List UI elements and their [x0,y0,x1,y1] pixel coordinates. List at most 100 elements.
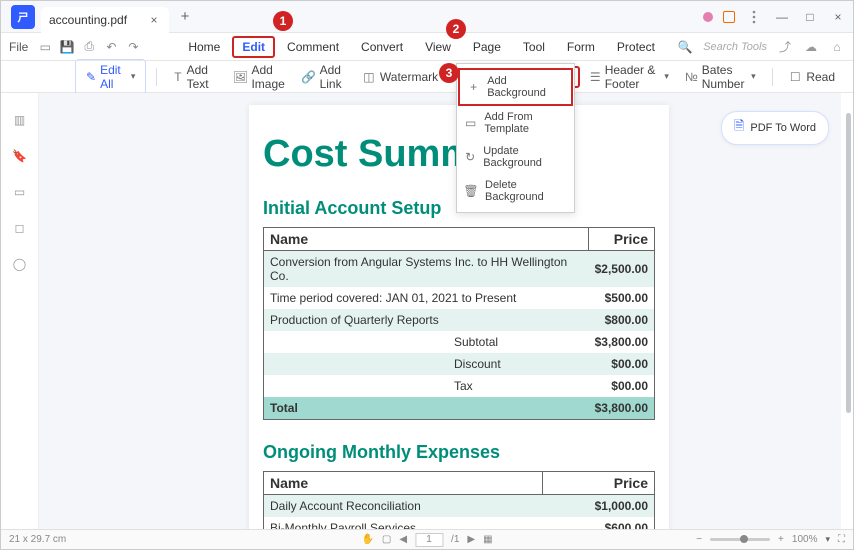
toolbar: ✎ Edit All ▾ TAdd Text🖼Add Image🔗Add Lin… [1,61,853,93]
cell-name: Total [264,397,589,420]
template-icon: ▭ [465,117,476,129]
cell-price: $1,000.00 [542,495,654,518]
col-price: Price [542,472,654,495]
share-icon[interactable]: ⤴ [777,39,793,55]
headerfooter-icon: ☰ [590,70,601,84]
status-bar: 21 x 29.7 cm ✋ ▢ ◀ 1 /1 ▶ ▦ − + 100% ▾ ⛶ [1,529,853,549]
maximize-button[interactable]: □ [801,8,819,26]
search-side-icon[interactable]: ◯ [11,255,29,273]
callout-1: 1 [273,11,293,31]
pdf-to-word-button[interactable]: 🗎 PDF To Word [721,111,829,145]
cell-name: Time period covered: JAN 01, 2021 to Pre… [264,287,589,309]
add-background-item[interactable]: +Add Background [458,68,573,106]
chevron-down-icon[interactable]: ▾ [825,534,830,545]
table-row: Production of Quarterly Reports$800.00 [264,309,655,331]
tool-label: Header & Footer [605,63,661,91]
view-mode-icon[interactable]: ▦ [483,534,492,545]
layers-icon[interactable]: ◻ [11,219,29,237]
close-tab-icon[interactable]: × [147,13,161,27]
save-icon[interactable]: 💾 [58,38,76,56]
add-from-template-item[interactable]: ▭ Add From Template [457,106,574,140]
zoom-out-icon[interactable]: − [696,534,702,545]
account-dot-icon[interactable] [703,12,713,22]
add-text-button[interactable]: TAdd Text [167,60,223,94]
watermark-icon: ◫ [362,70,376,84]
scroll-thumb[interactable] [846,113,851,413]
print-icon[interactable]: ⎙ [80,38,98,56]
add-link-button[interactable]: 🔗Add Link [296,60,352,94]
file-menu[interactable]: File [1,40,36,54]
undo-icon[interactable]: ↶ [102,38,120,56]
zoom-slider[interactable] [710,538,770,541]
cell-price: $3,800.00 [589,397,655,420]
cell-name: Discount [264,353,589,375]
table-row: Conversion from Angular Systems Inc. to … [264,251,655,288]
plus-icon: + [468,81,479,93]
menu-home[interactable]: Home [178,36,230,58]
cell-name: Conversion from Angular Systems Inc. to … [264,251,589,288]
chevron-down-icon: ▾ [131,71,136,82]
more-icon[interactable] [745,8,763,26]
page-nav: ✋ ▢ ◀ 1 /1 ▶ ▦ [361,533,492,547]
tool-label: Add Text [187,63,218,91]
select-tool-icon[interactable]: ▢ [382,534,391,545]
price-table: NamePriceConversion from Angular Systems… [263,227,655,420]
bookmarks-icon[interactable]: 🔖 [11,147,29,165]
edit-all-label: Edit All [100,63,127,91]
search-tools-input[interactable]: Search Tools [703,41,767,53]
background-dropdown: +Add Background ▭ Add From Template ↻Update… [456,63,575,213]
title-bar: ㄕ accounting.pdf × + — □ × [1,1,853,33]
new-tab-button[interactable]: + [175,7,195,27]
menu-item-label: Add From Template [484,111,566,135]
add-image-button[interactable]: 🖼Add Image [227,60,291,94]
col-name: Name [264,472,543,495]
left-sidebar: ▥ 🔖 ▭ ◻ ◯ [1,93,39,529]
page-input[interactable]: 1 [415,533,443,547]
delete-background-item[interactable]: 🗑Delete Background [457,174,574,208]
chevron-down-icon: ▾ [751,71,756,82]
thumbnails-icon[interactable]: ▥ [11,111,29,129]
page-total: /1 [451,534,459,545]
cell-name: Subtotal [264,331,589,353]
bates-number-button[interactable]: №Bates Number▾ [679,60,762,94]
document-canvas[interactable]: Cost Summa Initial Account SetupNamePric… [39,93,841,529]
menu-protect[interactable]: Protect [607,36,665,58]
read-button[interactable]: ☐Read [782,67,841,87]
section-heading: Ongoing Monthly Expenses [263,442,655,463]
watermark-button[interactable]: ◫Watermark▾ [356,67,453,87]
menu-form[interactable]: Form [557,36,605,58]
menu-convert[interactable]: Convert [351,36,413,58]
update-background-item[interactable]: ↻Update Background [457,140,574,174]
table-row: Time period covered: JAN 01, 2021 to Pre… [264,287,655,309]
cloud-icon[interactable]: ☁ [803,39,819,55]
minimize-button[interactable]: — [773,8,791,26]
open-icon[interactable]: ▭ [36,38,54,56]
home-icon[interactable]: ⌂ [829,39,845,55]
edit-all-button[interactable]: ✎ Edit All ▾ [75,59,146,95]
menu-page[interactable]: Page [463,36,511,58]
price-table: NamePriceDaily Account Reconciliation$1,… [263,471,655,529]
attachments-icon[interactable]: ▭ [11,183,29,201]
cell-price: $600.00 [542,517,654,529]
zoom-controls: − + 100% ▾ ⛶ [696,534,845,545]
fit-page-icon[interactable]: ⛶ [838,534,845,545]
image-icon: 🖼 [233,70,247,84]
hand-tool-icon[interactable]: ✋ [361,534,373,545]
header-footer-button[interactable]: ☰Header & Footer▾ [584,60,675,94]
window-controls: — □ × [703,1,847,33]
zoom-in-icon[interactable]: + [778,534,784,545]
menu-comment[interactable]: Comment [277,36,349,58]
document-tab[interactable]: accounting.pdf × [41,7,169,33]
next-page-icon[interactable]: ▶ [467,534,475,545]
redo-icon[interactable]: ↷ [124,38,142,56]
menu-edit[interactable]: Edit [232,36,275,58]
cell-name: Bi-Monthly Payroll Services [264,517,543,529]
notification-icon[interactable] [723,11,735,23]
menu-tool[interactable]: Tool [513,36,555,58]
callout-3: 3 [439,63,459,83]
close-window-button[interactable]: × [829,8,847,26]
table-row: Discount$00.00 [264,353,655,375]
main-menu: HomeEditCommentConvertViewPageToolFormPr… [178,36,665,58]
right-scrollbar[interactable] [841,93,853,529]
prev-page-icon[interactable]: ◀ [399,534,407,545]
